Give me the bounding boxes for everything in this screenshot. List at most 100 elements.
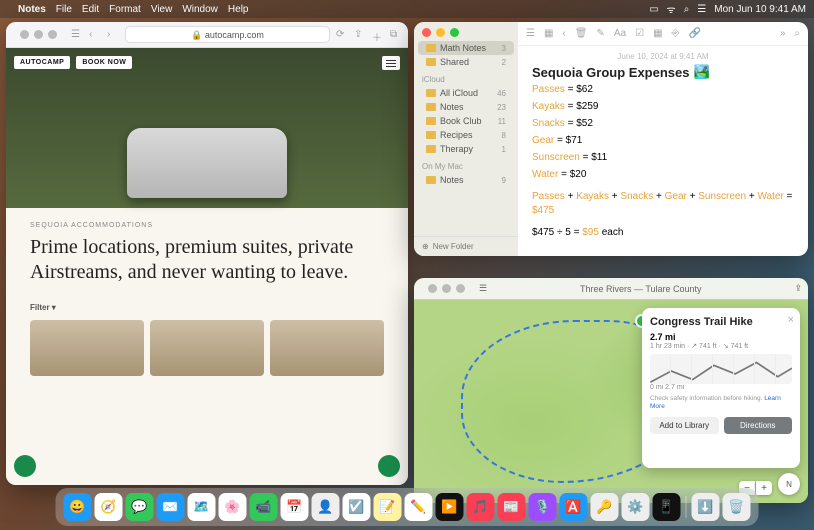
folder-math-notes[interactable]: Math Notes3 [418,41,514,55]
directions-button[interactable]: Directions [724,417,793,434]
hike-card: × Congress Trail Hike 2.7 mi 1 hr 23 min… [642,308,800,468]
dock-music[interactable]: 🎵 [467,493,495,521]
folder-notes[interactable]: Notes9 [418,173,514,187]
dock-iphone[interactable]: 📱 [653,493,681,521]
tabs-icon[interactable]: ⧉ [390,29,402,41]
app-menu[interactable]: Notes [18,4,46,15]
sidebar-icon[interactable]: ☰ [71,29,83,41]
section-icloud: iCloud [414,73,518,86]
chat-fab[interactable] [14,455,36,477]
notes-toolbar: ☰ ▦ ‹ 🗑 ✎ Aa ☑ ▦ ⎆ 🔗 » ⌕ [518,22,808,46]
book-now-button[interactable]: BOOK NOW [76,56,132,69]
dock-appstore[interactable]: 🅰️ [560,493,588,521]
dock-podcasts[interactable]: 🎙️ [529,493,557,521]
dock-downloads[interactable]: ⬇️ [692,493,720,521]
folder-icon [426,103,436,111]
window-controls[interactable] [420,278,473,299]
dock-tv[interactable]: ▶️ [436,493,464,521]
dock-settings[interactable]: ⚙️ [622,493,650,521]
close-icon[interactable]: × [788,314,794,326]
maps-window: ☰ Three Rivers — Tulare County ⇪ × Congr… [414,278,808,503]
folder-icon [426,131,436,139]
thumb-3[interactable] [270,320,384,376]
window-controls[interactable] [12,24,65,45]
dock-maps[interactable]: 🗺️ [188,493,216,521]
dock-trash[interactable]: 🗑️ [723,493,751,521]
back-icon[interactable]: ‹ [89,29,101,41]
trash-icon[interactable]: 🗑 [575,28,588,39]
media-icon[interactable]: ⎆ [672,28,680,39]
clock[interactable]: Mon Jun 10 9:41 AM [714,4,806,15]
share-icon[interactable]: ⇪ [794,283,802,294]
add-to-library-button[interactable]: Add to Library [650,417,719,434]
thumb-2[interactable] [150,320,264,376]
forward-icon[interactable]: › [107,29,119,41]
search-icon[interactable]: ⌕ [794,28,800,39]
more-icon[interactable]: » [780,28,786,39]
notes-sidebar: Math Notes3Shared2 iCloud All iCloud46No… [414,22,518,256]
address-bar[interactable]: 🔒 autocamp.com [125,26,330,43]
maps-toolbar: ☰ Three Rivers — Tulare County ⇪ [414,278,808,300]
map-canvas[interactable]: × Congress Trail Hike 2.7 mi 1 hr 23 min… [414,300,808,503]
menu-format[interactable]: Format [109,4,141,15]
menu-file[interactable]: File [56,4,72,15]
dock-finder[interactable]: 😀 [64,493,92,521]
dock-news[interactable]: 📰 [498,493,526,521]
thumb-1[interactable] [30,320,144,376]
dock-calendar[interactable]: 📅 [281,493,309,521]
elevation-chart [650,354,792,384]
battery-icon[interactable]: ▭ [649,4,658,15]
window-controls[interactable] [414,22,518,41]
dock-safari[interactable]: 🧭 [95,493,123,521]
folder-shared[interactable]: Shared2 [418,55,514,69]
new-note-icon[interactable]: ✎ [596,28,604,39]
compass-icon[interactable]: N [778,473,800,495]
menu-edit[interactable]: Edit [82,4,99,15]
view-grid-icon[interactable]: ▦ [544,28,553,39]
view-list-icon[interactable]: ☰ [526,28,535,39]
note-content[interactable]: June 10, 2024 at 9:41 AM Sequoia Group E… [518,46,808,246]
dock-freeform[interactable]: ✏️ [405,493,433,521]
table-icon[interactable]: ▦ [653,28,662,39]
dock-notes[interactable]: 📝 [374,493,402,521]
dock: 😀🧭💬✉️🗺️🌸📹📅👤☑️📝✏️▶️🎵📰🎙️🅰️🔑⚙️📱 ⬇️🗑️ [56,488,759,526]
reload-icon[interactable]: ⟳ [336,29,348,41]
expense-kayaks: Kayaks = $259 [532,100,794,114]
control-center-icon[interactable]: ☰ [697,4,706,15]
brand-logo[interactable]: AUTOCAMP [14,56,70,69]
new-folder-button[interactable]: ⊕ New Folder [414,236,518,256]
dock-mail[interactable]: ✉️ [157,493,185,521]
dock-messages[interactable]: 💬 [126,493,154,521]
search-icon[interactable]: ⌕ [684,4,690,15]
expense-gear: Gear = $71 [532,134,794,148]
wifi-icon[interactable]: ᯤ [667,2,676,16]
folder-notes[interactable]: Notes23 [418,100,514,114]
filter-button[interactable]: Filter ▾ [30,303,384,312]
folder-therapy[interactable]: Therapy1 [418,142,514,156]
link-icon[interactable]: 🔗 [689,28,701,39]
folder-icon [426,117,436,125]
checklist-icon[interactable]: ☑ [635,28,644,39]
accommodation-thumbs [30,320,384,376]
dock-contacts[interactable]: 👤 [312,493,340,521]
format-icon[interactable]: Aa [614,28,626,39]
folder-book-club[interactable]: Book Club11 [418,114,514,128]
folder-icon [426,89,436,97]
folder-all-icloud[interactable]: All iCloud46 [418,86,514,100]
menu-window[interactable]: Window [182,4,218,15]
hamburger-icon[interactable] [382,56,400,70]
sidebar-icon[interactable]: ☰ [479,283,487,294]
dock-facetime[interactable]: 📹 [250,493,278,521]
safari-toolbar: ☰ ‹ › 🔒 autocamp.com ⟳ ⇪ ＋ ⧉ [6,22,408,48]
dock-photos[interactable]: 🌸 [219,493,247,521]
note-date: June 10, 2024 at 9:41 AM [532,52,794,61]
folder-recipes[interactable]: Recipes8 [418,128,514,142]
dock-passwords[interactable]: 🔑 [591,493,619,521]
menu-help[interactable]: Help [228,4,249,15]
menu-view[interactable]: View [151,4,173,15]
share-icon[interactable]: ⇪ [354,29,366,41]
back-icon[interactable]: ‹ [562,28,565,39]
accessibility-fab[interactable] [378,455,400,477]
newtab-icon[interactable]: ＋ [372,29,384,41]
dock-reminders[interactable]: ☑️ [343,493,371,521]
